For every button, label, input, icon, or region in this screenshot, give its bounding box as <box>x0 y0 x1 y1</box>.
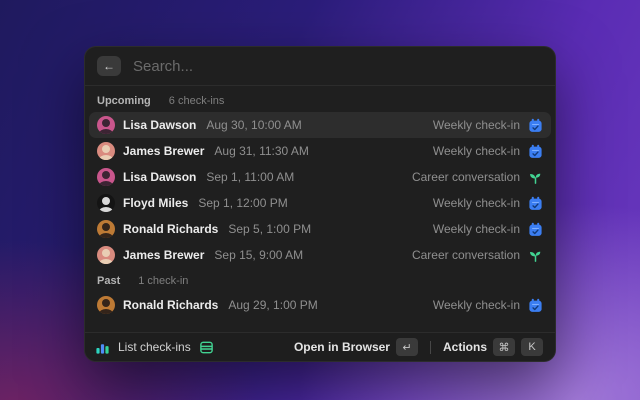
avatar <box>97 168 115 186</box>
checkin-datetime: Sep 15, 9:00 AM <box>214 248 304 262</box>
footer: List check-ins Open in Browser ↵ Actions… <box>85 332 555 361</box>
checkin-row[interactable]: James Brewer Aug 31, 11:30 AM Weekly che… <box>89 138 551 164</box>
calendar-check-icon <box>528 196 543 211</box>
section-count: 1 check-in <box>138 275 189 287</box>
command-key: ⌘ <box>493 338 515 356</box>
return-key: ↵ <box>395 338 418 356</box>
checkin-type: Weekly check-in <box>432 298 520 312</box>
sprout-icon <box>528 248 543 263</box>
actions-button[interactable]: Actions ⌘ K <box>441 336 545 358</box>
calendar-check-icon <box>528 118 543 133</box>
checkin-type: Career conversation <box>411 170 520 184</box>
checkin-datetime: Sep 1, 11:00 AM <box>206 170 295 184</box>
open-in-browser-button[interactable]: Open in Browser ↵ <box>292 336 420 358</box>
section-title: Upcoming <box>97 95 151 107</box>
footer-actions: Open in Browser ↵ Actions ⌘ K <box>292 336 545 358</box>
footer-command-info: List check-ins <box>95 340 214 355</box>
book-icon <box>199 340 214 355</box>
avatar <box>97 142 115 160</box>
checkin-type: Weekly check-in <box>432 144 520 158</box>
bar-chart-icon <box>95 340 110 355</box>
checkin-row[interactable]: Ronald Richards Aug 29, 1:00 PM Weekly c… <box>89 292 551 318</box>
actions-label: Actions <box>442 340 487 354</box>
checkin-type: Weekly check-in <box>432 196 520 210</box>
section-title: Past <box>97 275 121 287</box>
search-input[interactable] <box>131 56 543 76</box>
command-palette-window: ← Upcoming 6 check-ins Lisa Dawson Aug 3… <box>84 46 556 362</box>
avatar <box>97 194 115 212</box>
sprout-icon <box>528 170 543 185</box>
calendar-check-icon <box>528 144 543 159</box>
person-name: Lisa Dawson <box>123 118 197 132</box>
checkin-row[interactable]: Lisa Dawson Sep 1, 11:00 AM Career conve… <box>89 164 551 190</box>
checkin-type: Career conversation <box>411 248 520 262</box>
checkin-row[interactable]: Lisa Dawson Aug 30, 10:00 AM Weekly chec… <box>89 112 551 138</box>
person-name: Ronald Richards <box>123 298 219 312</box>
person-name: James Brewer <box>123 248 205 262</box>
checkin-list: Upcoming 6 check-ins Lisa Dawson Aug 30,… <box>85 86 555 332</box>
checkin-row[interactable]: Ronald Richards Sep 5, 1:00 PM Weekly ch… <box>89 216 551 242</box>
checkin-datetime: Aug 30, 10:00 AM <box>206 118 302 132</box>
section-count: 6 check-ins <box>168 95 225 107</box>
checkin-type: Weekly check-in <box>432 118 520 132</box>
checkin-datetime: Sep 1, 12:00 PM <box>198 196 288 210</box>
avatar <box>97 220 115 238</box>
command-label: List check-ins <box>118 340 191 354</box>
person-name: Floyd Miles <box>123 196 189 210</box>
section-header-past: Past 1 check-in <box>89 268 551 292</box>
section-header-upcoming: Upcoming 6 check-ins <box>89 88 551 112</box>
avatar <box>97 116 115 134</box>
checkin-row[interactable]: James Brewer Sep 15, 9:00 AM Career conv… <box>89 242 551 268</box>
checkin-datetime: Aug 29, 1:00 PM <box>228 298 318 312</box>
footer-divider <box>429 340 431 354</box>
avatar <box>97 296 115 314</box>
back-arrow-icon: ← <box>103 59 115 73</box>
person-name: James Brewer <box>123 144 205 158</box>
person-name: Lisa Dawson <box>123 170 197 184</box>
k-key: K <box>521 338 543 356</box>
search-bar: ← <box>85 47 555 86</box>
open-in-browser-label: Open in Browser <box>293 340 390 354</box>
checkin-row[interactable]: Floyd Miles Sep 1, 12:00 PM Weekly check… <box>89 190 551 216</box>
back-button[interactable]: ← <box>97 56 121 76</box>
checkin-type: Weekly check-in <box>432 222 520 236</box>
calendar-check-icon <box>528 222 543 237</box>
checkin-datetime: Sep 5, 1:00 PM <box>228 222 312 236</box>
person-name: Ronald Richards <box>123 222 219 236</box>
checkin-datetime: Aug 31, 11:30 AM <box>214 144 309 158</box>
avatar <box>97 246 115 264</box>
calendar-check-icon <box>528 298 543 313</box>
